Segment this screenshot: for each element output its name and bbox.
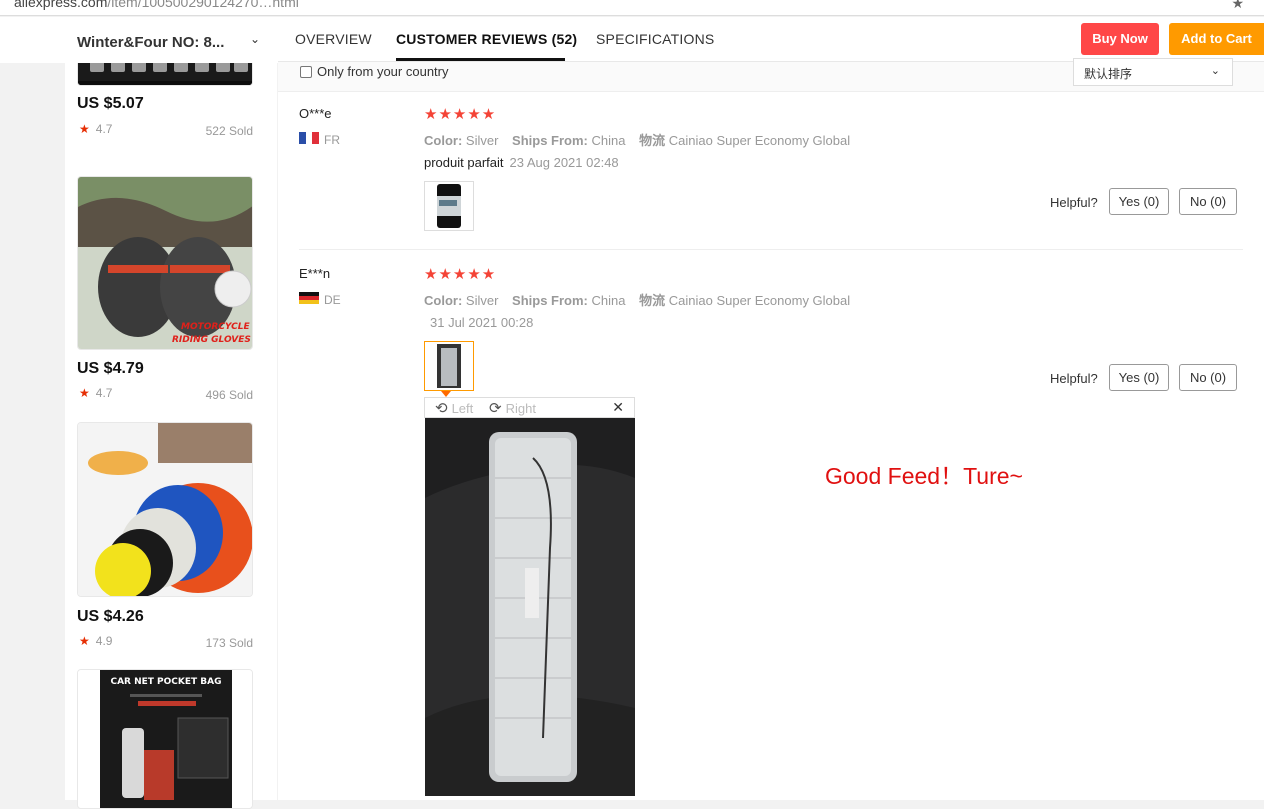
- active-tab-indicator: [396, 58, 565, 61]
- france-flag-icon: [299, 132, 320, 144]
- sort-selected-value[interactable]: 默认排序: [1084, 65, 1132, 82]
- product-rating: ★ 4.7: [79, 122, 113, 136]
- browser-url-bar[interactable]: aliexpress.com/item/100500290124270…html…: [0, 0, 1264, 16]
- add-to-cart-button[interactable]: Add to Cart: [1169, 23, 1264, 55]
- review-photo-thumbnail[interactable]: [424, 341, 474, 391]
- product-rating: ★ 4.9: [79, 634, 113, 648]
- rating-stars: ★★★★★: [424, 266, 497, 283]
- reviewer-name: O***e: [299, 106, 332, 121]
- chevron-down-icon[interactable]: ⌄: [1211, 64, 1220, 77]
- only-country-label[interactable]: Only from your country: [317, 64, 449, 79]
- product-sold-count: 173 Sold: [205, 636, 253, 650]
- review-photo-enlarged: [425, 418, 635, 796]
- product-rating: ★ 4.7: [79, 386, 113, 400]
- review-date: 31 Jul 2021 00:28: [430, 315, 534, 330]
- reviewer-country: DE: [324, 293, 341, 307]
- product-price[interactable]: US $4.26: [77, 608, 144, 626]
- sidebar-product-1[interactable]: US $5.07 ★ 4.7 522 Sold: [77, 45, 253, 165]
- rotate-left-button[interactable]: ⟲ Left: [435, 399, 473, 417]
- product-sold-count: 496 Sold: [205, 388, 253, 402]
- review-divider: [299, 249, 1243, 250]
- product-price[interactable]: US $4.79: [77, 360, 144, 378]
- chevron-down-icon[interactable]: ⌄: [250, 32, 260, 46]
- star-icon: ★: [79, 634, 90, 648]
- helpful-label: Helpful?: [1050, 195, 1098, 210]
- store-selector[interactable]: Winter&Four NO: 8... ⌄: [0, 17, 278, 63]
- gloves-image-text-line-1: MOTORCYCLE: [181, 322, 250, 332]
- tab-overview[interactable]: OVERVIEW: [295, 31, 372, 47]
- helpful-no-button[interactable]: No (0): [1179, 188, 1237, 215]
- product-sold-count: 522 Sold: [205, 124, 253, 138]
- main-content: OVERVIEW CUSTOMER REVIEWS (52) SPECIFICA…: [278, 17, 1264, 800]
- review-photo-thumbnail[interactable]: [424, 181, 474, 231]
- url-text[interactable]: aliexpress.com/item/100500290124270…html: [14, 0, 299, 10]
- product-price[interactable]: US $5.07: [77, 95, 144, 113]
- rotate-right-button[interactable]: ⟳ Right: [489, 399, 536, 417]
- review-text: 31 Jul 2021 00:28: [424, 315, 533, 330]
- sort-dropdown[interactable]: 默认排序 ⌄: [1073, 58, 1233, 86]
- store-name[interactable]: Winter&Four NO: 8...: [77, 34, 224, 51]
- rotate-right-icon: ⟳: [489, 400, 502, 417]
- review-filter-bar: Only from your country 默认排序 ⌄: [278, 58, 1264, 92]
- sidebar-product-4[interactable]: CAR NET POCKET BAG: [77, 669, 253, 809]
- review-date: 23 Aug 2021 02:48: [509, 155, 619, 170]
- tab-customer-reviews[interactable]: CUSTOMER REVIEWS (52): [396, 31, 577, 47]
- tab-specifications[interactable]: SPECIFICATIONS: [596, 31, 714, 47]
- annotation-text: Good Feed！Ture~: [825, 463, 1023, 489]
- star-icon: ★: [79, 122, 90, 136]
- helpful-yes-button[interactable]: Yes (0): [1109, 364, 1169, 391]
- product-image-car-net-pocket-bag[interactable]: CAR NET POCKET BAG: [77, 669, 253, 809]
- sidebar-product-2[interactable]: MOTORCYCLE RIDING GLOVES US $4.79 ★ 4.7 4…: [77, 176, 253, 406]
- helpful-label: Helpful?: [1050, 371, 1098, 386]
- product-image-polishing-pads[interactable]: [77, 422, 253, 597]
- review-attributes: Color: Silver Ships From: China 物流 Caini…: [424, 133, 851, 148]
- bookmark-star-icon[interactable]: ★: [1231, 0, 1244, 12]
- review-attributes: Color: Silver Ships From: China 物流 Caini…: [424, 293, 851, 308]
- star-icon: ★: [79, 386, 90, 400]
- sidebar-product-3[interactable]: US $4.26 ★ 4.9 173 Sold: [77, 422, 253, 652]
- reviewer-name: E***n: [299, 266, 331, 281]
- buy-now-button[interactable]: Buy Now: [1081, 23, 1159, 55]
- product-tabs: OVERVIEW CUSTOMER REVIEWS (52) SPECIFICA…: [278, 17, 1264, 62]
- germany-flag-icon: [299, 292, 319, 304]
- rotate-left-icon: ⟲: [435, 400, 448, 417]
- rating-stars: ★★★★★: [424, 106, 497, 123]
- gloves-image-text-line-2: RIDING GLOVES: [172, 335, 251, 345]
- product-image-motorcycle-gloves[interactable]: MOTORCYCLE RIDING GLOVES: [77, 176, 253, 350]
- helpful-yes-button[interactable]: Yes (0): [1109, 188, 1169, 215]
- review-text: produit parfait 23 Aug 2021 02:48: [424, 155, 619, 170]
- bag-image-text: CAR NET POCKET BAG: [110, 677, 221, 687]
- reviewer-country: FR: [324, 133, 340, 147]
- close-icon[interactable]: ✕: [612, 399, 624, 416]
- helpful-no-button[interactable]: No (0): [1179, 364, 1237, 391]
- only-country-checkbox[interactable]: [300, 66, 312, 78]
- image-viewer-toolbar: ⟲ Left ⟳ Right ✕: [424, 397, 635, 418]
